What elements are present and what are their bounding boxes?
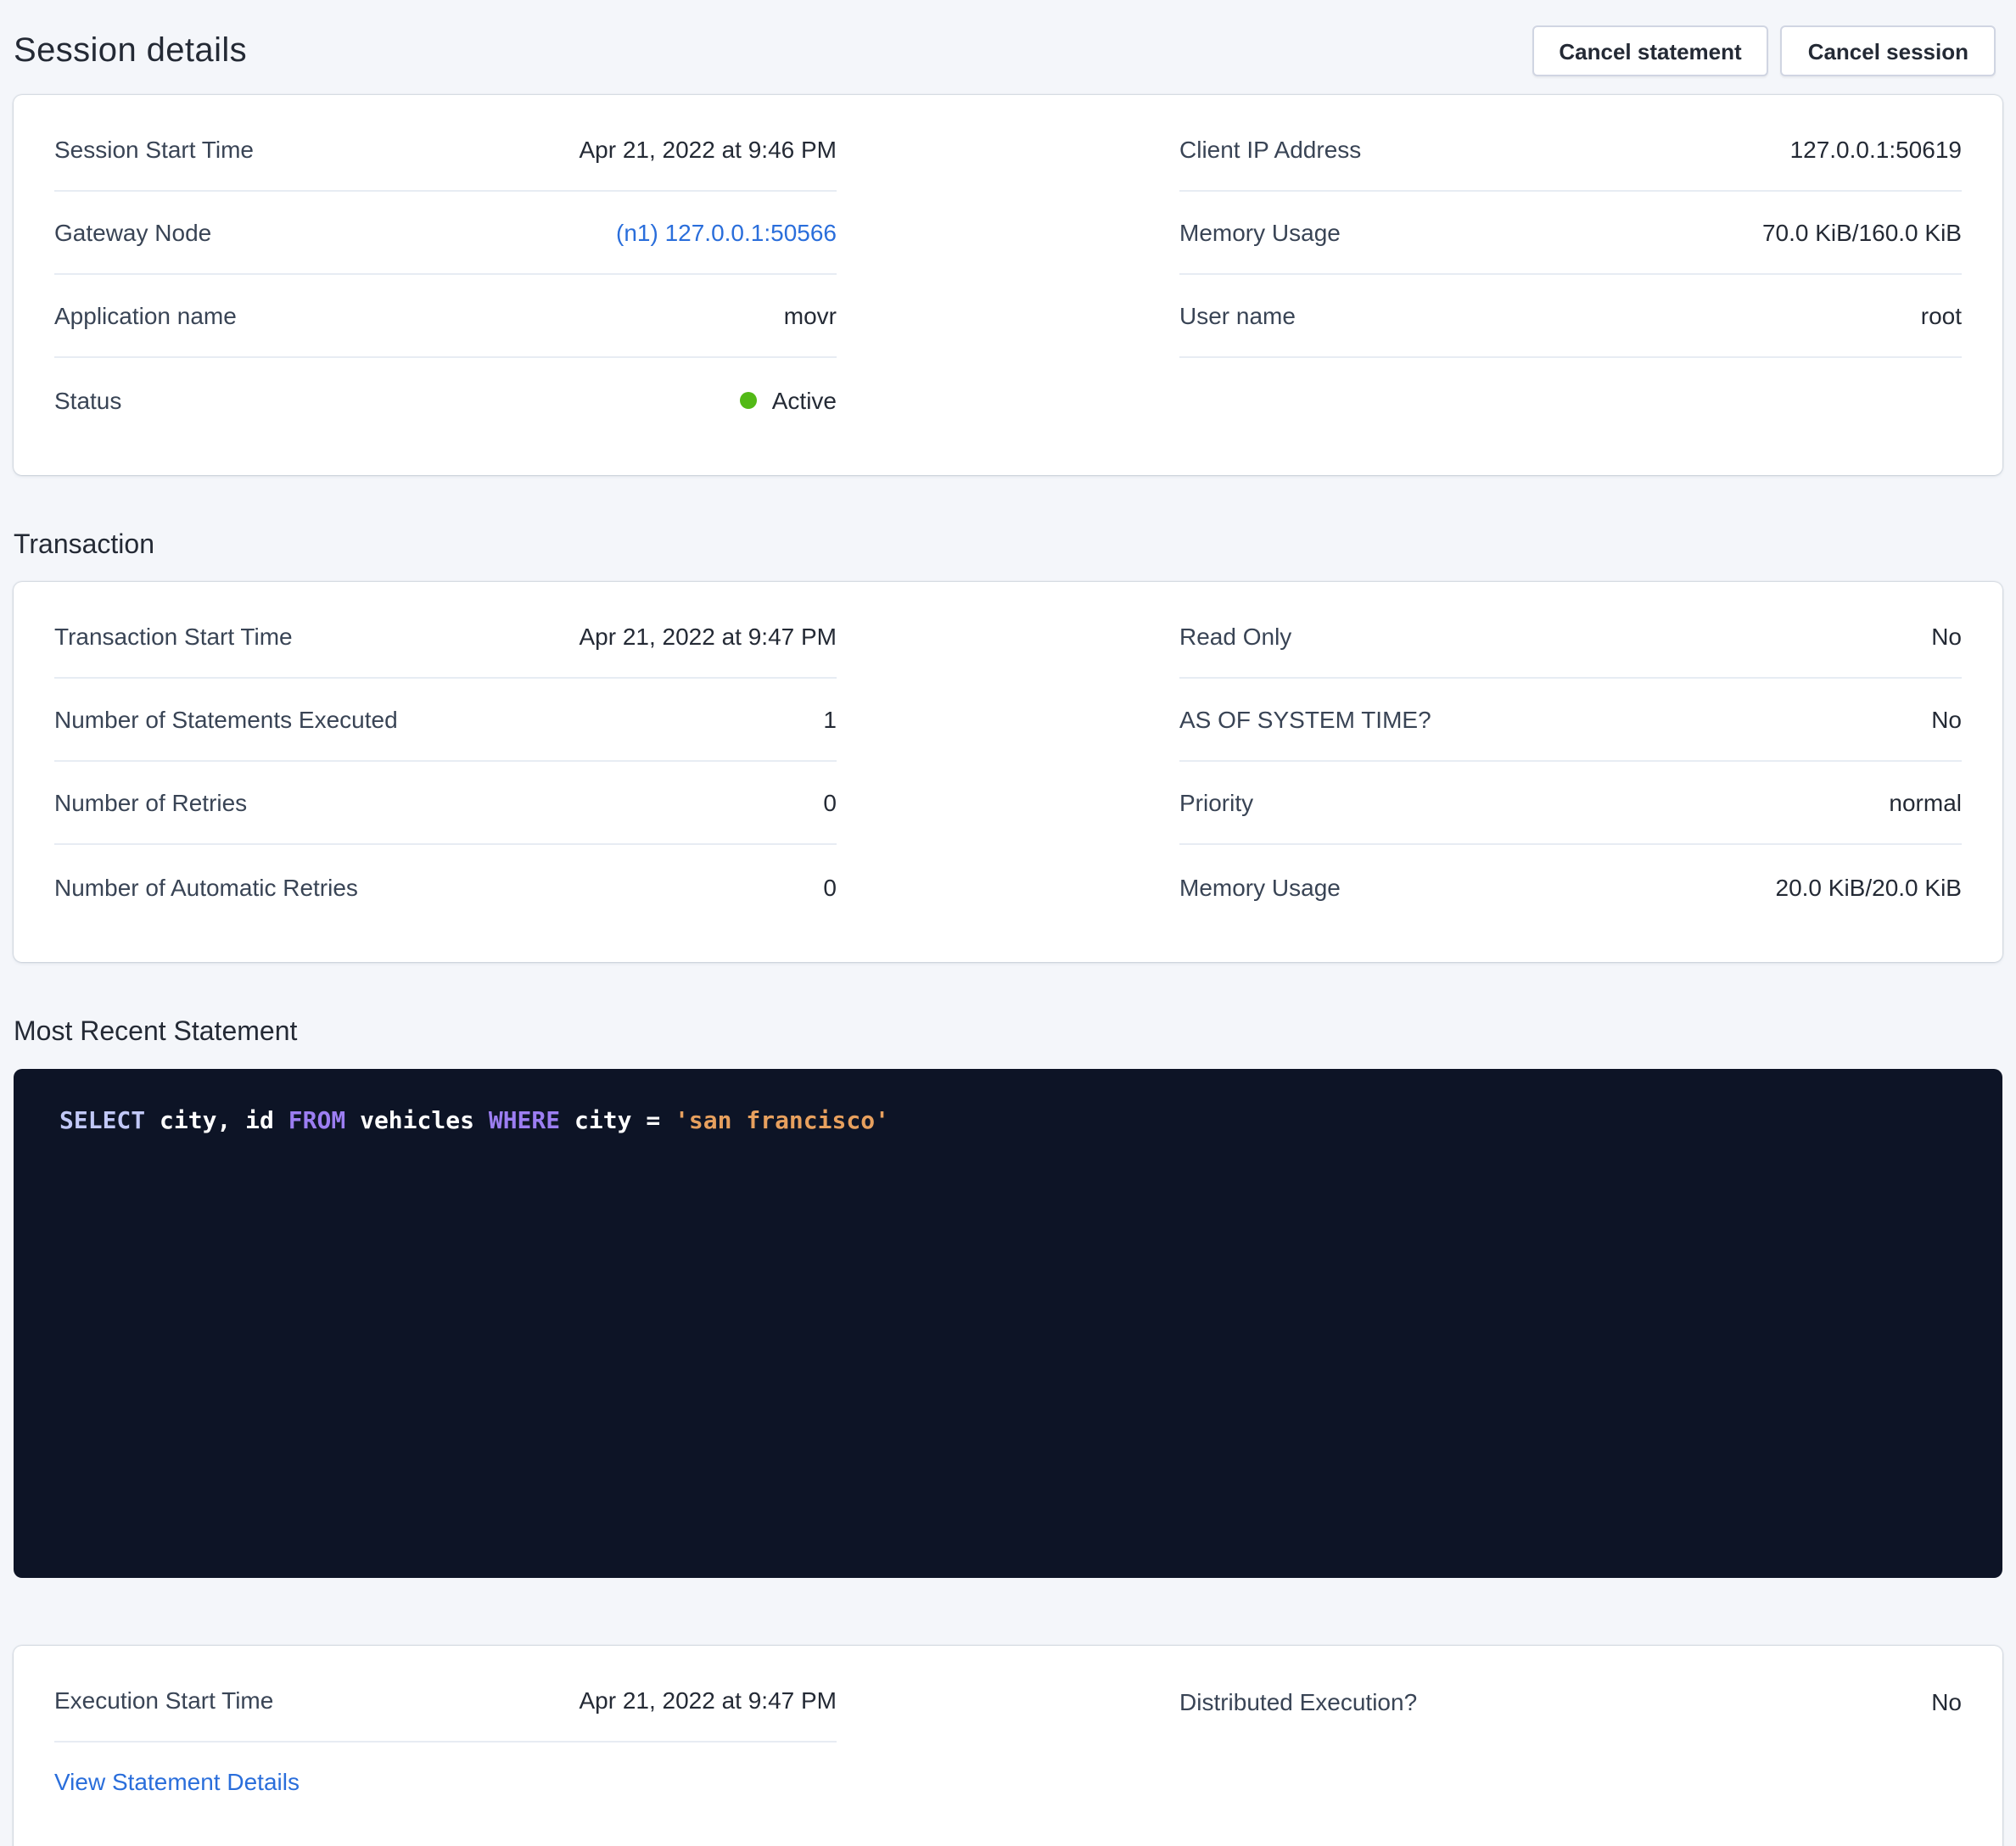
row-value: Apr 21, 2022 at 9:47 PM — [579, 1687, 837, 1714]
row-label: Client IP Address — [1179, 136, 1361, 163]
row-status: Status Active — [54, 358, 837, 441]
transaction-right-column: Read Only No AS OF SYSTEM TIME? No Prior… — [1179, 596, 1962, 928]
row-label: Application name — [54, 302, 237, 329]
row-value: root — [1921, 302, 1962, 329]
row-application-name: Application name movr — [54, 275, 837, 358]
sql-table-name: vehicles — [360, 1108, 474, 1135]
session-summary-left-column: Session Start Time Apr 21, 2022 at 9:46 … — [54, 109, 837, 441]
row-label: Number of Statements Executed — [54, 706, 398, 733]
row-value: Apr 21, 2022 at 9:47 PM — [579, 623, 837, 650]
execution-grid: Execution Start Time Apr 21, 2022 at 9:4… — [54, 1659, 1962, 1821]
row-label: AS OF SYSTEM TIME? — [1179, 706, 1431, 733]
statement-details-link-row: View Statement Details — [54, 1743, 837, 1821]
row-transaction-memory-usage: Memory Usage 20.0 KiB/20.0 KiB — [1179, 845, 1962, 928]
session-summary-right-column: Client IP Address 127.0.0.1:50619 Memory… — [1179, 109, 1962, 441]
row-value: Apr 21, 2022 at 9:46 PM — [579, 136, 837, 163]
row-label: Session Start Time — [54, 136, 254, 163]
header-actions: Cancel statement Cancel session — [1532, 25, 1996, 76]
transaction-left-column: Transaction Start Time Apr 21, 2022 at 9… — [54, 596, 837, 928]
row-number-of-retries: Number of Retries 0 — [54, 762, 837, 845]
row-priority: Priority normal — [1179, 762, 1962, 845]
row-label: User name — [1179, 302, 1296, 329]
row-label: Status — [54, 386, 121, 413]
gateway-node-link[interactable]: (n1) 127.0.0.1:50566 — [616, 219, 837, 246]
row-user-name: User name root — [1179, 275, 1962, 358]
row-label: Distributed Execution? — [1179, 1687, 1417, 1715]
row-label: Memory Usage — [1179, 219, 1341, 246]
row-value: 0 — [823, 873, 837, 900]
row-label: Number of Automatic Retries — [54, 873, 358, 900]
sql-select-keyword: SELECT — [59, 1108, 145, 1135]
row-session-start-time: Session Start Time Apr 21, 2022 at 9:46 … — [54, 109, 837, 192]
row-automatic-retries: Number of Automatic Retries 0 — [54, 845, 837, 928]
row-value: normal — [1889, 789, 1962, 816]
row-distributed-execution: Distributed Execution? No — [1179, 1659, 1962, 1743]
row-execution-start-time: Execution Start Time Apr 21, 2022 at 9:4… — [54, 1659, 837, 1743]
row-gateway-node: Gateway Node (n1) 127.0.0.1:50566 — [54, 192, 837, 275]
session-summary-grid: Session Start Time Apr 21, 2022 at 9:46 … — [54, 109, 1962, 441]
transaction-heading: Transaction — [14, 529, 2002, 562]
row-value: 1 — [823, 706, 837, 733]
row-label: Execution Start Time — [54, 1687, 273, 1714]
sql-where-keyword: WHERE — [489, 1108, 560, 1135]
cancel-statement-button[interactable]: Cancel statement — [1532, 25, 1768, 76]
execution-left-column: Execution Start Time Apr 21, 2022 at 9:4… — [54, 1659, 837, 1821]
statement-heading: Most Recent Statement — [14, 1016, 2002, 1049]
row-label: Transaction Start Time — [54, 623, 293, 650]
sql-condition: city = — [574, 1108, 660, 1135]
row-client-ip-address: Client IP Address 127.0.0.1:50619 — [1179, 109, 1962, 192]
view-statement-details-link[interactable]: View Statement Details — [54, 1768, 300, 1795]
row-as-of-system-time: AS OF SYSTEM TIME? No — [1179, 679, 1962, 762]
row-label: Number of Retries — [54, 789, 247, 816]
row-label: Gateway Node — [54, 219, 211, 246]
execution-right-column: Distributed Execution? No — [1179, 1659, 1962, 1821]
page-header: Session details Cancel statement Cancel … — [14, 17, 2002, 85]
sql-statement-box: SELECT city, id FROM vehicles WHERE city… — [14, 1069, 2002, 1578]
page-root: Session details Cancel statement Cancel … — [0, 0, 2016, 1846]
row-value: movr — [784, 302, 837, 329]
row-value: No — [1931, 1687, 1962, 1715]
row-value: 70.0 KiB/160.0 KiB — [1762, 219, 1962, 246]
sql-string-literal: 'san francisco' — [675, 1108, 889, 1135]
transaction-grid: Transaction Start Time Apr 21, 2022 at 9… — [54, 596, 1962, 928]
row-value: 127.0.0.1:50619 — [1790, 136, 1962, 163]
page-title: Session details — [14, 31, 247, 70]
cancel-session-button[interactable]: Cancel session — [1781, 25, 1996, 76]
session-details-page: Session details Cancel statement Cancel … — [0, 0, 2016, 1846]
session-summary-card: Session Start Time Apr 21, 2022 at 9:46 … — [14, 95, 2002, 475]
row-value: 20.0 KiB/20.0 KiB — [1776, 873, 1963, 900]
row-value: 0 — [823, 789, 837, 816]
sql-from-keyword: FROM — [288, 1108, 345, 1135]
status-value: Active — [740, 386, 837, 413]
sql-select-list: city, id — [160, 1108, 274, 1135]
row-label: Priority — [1179, 789, 1253, 816]
status-badge: Active — [772, 386, 837, 413]
row-session-memory-usage: Memory Usage 70.0 KiB/160.0 KiB — [1179, 192, 1962, 275]
sql-statement-text: SELECT city, id FROM vehicles WHERE city… — [59, 1108, 1957, 1135]
transaction-card: Transaction Start Time Apr 21, 2022 at 9… — [14, 582, 2002, 962]
row-label: Read Only — [1179, 623, 1291, 650]
row-statements-executed: Number of Statements Executed 1 — [54, 679, 837, 762]
active-status-dot — [740, 391, 757, 408]
row-value: No — [1931, 623, 1962, 650]
execution-card: Execution Start Time Apr 21, 2022 at 9:4… — [14, 1646, 2002, 1846]
row-read-only: Read Only No — [1179, 596, 1962, 679]
row-label: Memory Usage — [1179, 873, 1341, 900]
row-transaction-start-time: Transaction Start Time Apr 21, 2022 at 9… — [54, 596, 837, 679]
row-value: No — [1931, 706, 1962, 733]
